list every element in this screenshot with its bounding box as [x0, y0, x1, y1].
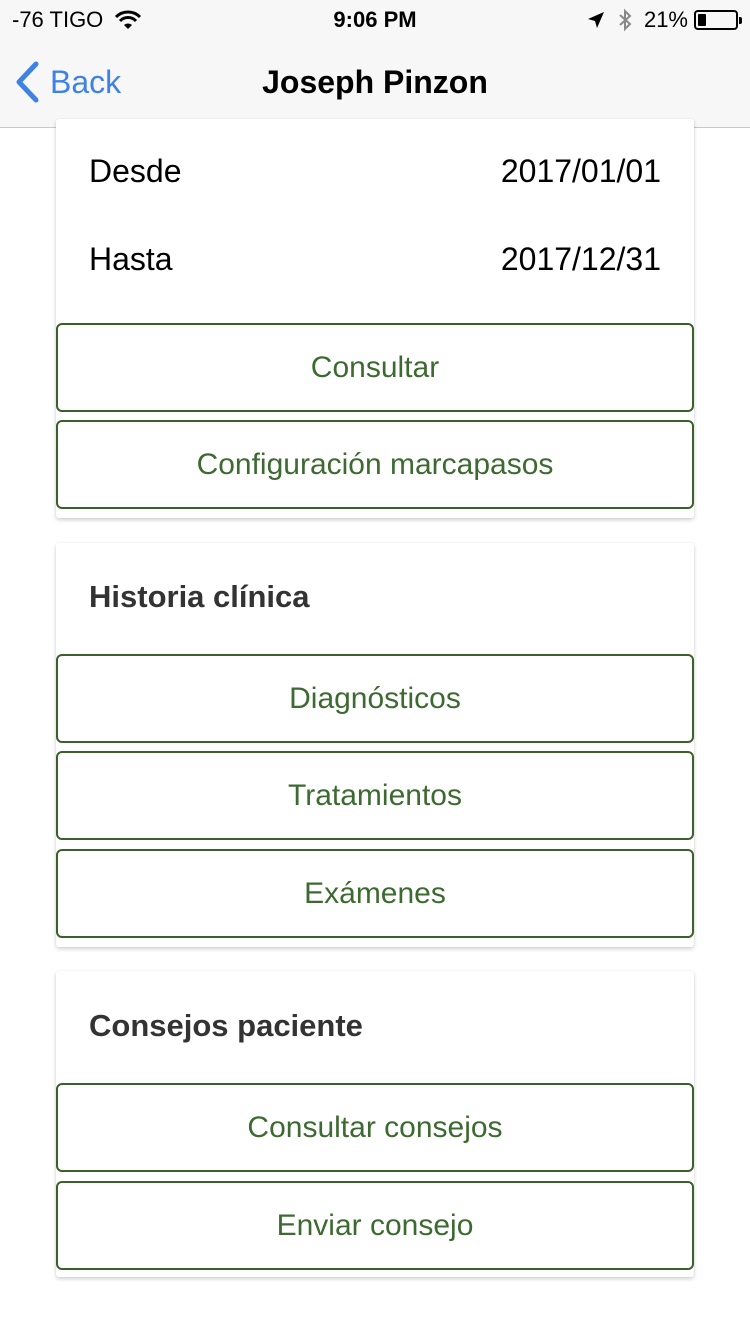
status-bar: -76 TIGO 9:06 PM 21% — [0, 0, 750, 40]
exams-button[interactable]: Exámenes — [56, 849, 694, 938]
send-advice-button[interactable]: Enviar consejo — [56, 1181, 694, 1270]
bluetooth-icon — [619, 8, 632, 32]
battery-percent: 21% — [643, 7, 688, 32]
diagnostics-button[interactable]: Diagnósticos — [56, 654, 694, 743]
location-arrow-icon — [587, 12, 604, 28]
clinical-history-title: Historia clínica — [89, 579, 310, 614]
battery-level-fill — [698, 14, 706, 26]
clinical-history-card: Historia clínica Diagnósticos Tratamient… — [56, 543, 694, 947]
to-row: Hasta 2017/12/31 — [89, 241, 661, 278]
status-right: 21% — [586, 7, 742, 33]
period-card: Desde 2017/01/01 Hasta 2017/12/31 Consul… — [56, 119, 694, 518]
to-label: Hasta — [89, 241, 173, 277]
to-date-value[interactable]: 2017/12/31 — [501, 241, 661, 278]
treatments-button[interactable]: Tratamientos — [56, 751, 694, 840]
consult-advice-button[interactable]: Consultar consejos — [56, 1083, 694, 1172]
battery-icon — [694, 10, 742, 30]
from-date-value[interactable]: 2017/01/01 — [501, 153, 661, 190]
from-label: Desde — [89, 153, 182, 189]
patient-advice-card: Consejos paciente Consultar consejos Env… — [56, 971, 694, 1277]
from-row: Desde 2017/01/01 — [89, 153, 661, 190]
page-title: Joseph Pinzon — [262, 64, 488, 100]
navigation-bar: Back Joseph Pinzon — [0, 40, 750, 128]
patient-advice-title: Consejos paciente — [89, 1008, 363, 1043]
pacemaker-config-button[interactable]: Configuración marcapasos — [56, 420, 694, 509]
consult-button[interactable]: Consultar — [56, 323, 694, 412]
